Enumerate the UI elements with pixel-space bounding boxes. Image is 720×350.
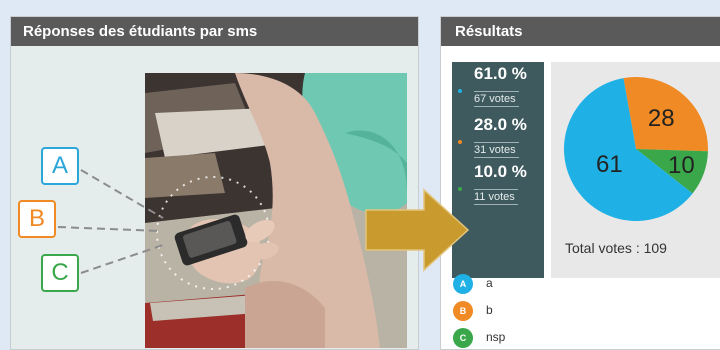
panel-title: Réponses des étudiants par sms	[11, 17, 418, 46]
legend-label: nsp	[486, 330, 506, 344]
series-dot-icon	[458, 89, 462, 93]
pie-chart-area: 61 28 10 Total votes : 109	[551, 62, 720, 278]
stat-votes: 11 votes	[474, 189, 518, 205]
legend-item: A a	[453, 274, 573, 301]
slice-label: 28	[647, 105, 675, 133]
legend-item: B b	[453, 301, 573, 328]
pie-chart	[564, 77, 708, 221]
legend-label: a	[486, 276, 493, 290]
stat-percent: 61.0 %	[474, 64, 527, 83]
legend-badge-icon: C	[453, 328, 473, 348]
results-title: Résultats	[441, 17, 720, 46]
option-a-badge: A	[41, 147, 79, 185]
sms-responses-panel: Réponses des étudiants par sms A B C	[10, 16, 419, 350]
legend-badge-icon: B	[453, 301, 473, 321]
option-c-badge: C	[41, 254, 79, 292]
legend-item: C nsp	[453, 328, 573, 349]
series-dot-icon	[458, 140, 462, 144]
stat-percent: 28.0 %	[474, 115, 527, 134]
total-votes: Total votes : 109	[565, 240, 667, 256]
results-panel: Résultats 61.0 % 67 votes 28.0 % 31 vote…	[440, 16, 720, 350]
slice-label: 10	[668, 151, 695, 179]
right-arrow-icon	[365, 188, 470, 272]
slice-label: 61	[596, 150, 623, 178]
legend-badge-icon: A	[453, 274, 473, 294]
sms-illustration: A B C	[11, 46, 418, 349]
option-b-badge: B	[18, 200, 56, 238]
legend: A a B b C nsp	[453, 274, 573, 349]
stat-votes: 31 votes	[474, 142, 519, 158]
stat-percent: 10.0 %	[474, 162, 527, 181]
stat-votes: 67 votes	[474, 91, 519, 107]
legend-label: b	[486, 303, 493, 317]
